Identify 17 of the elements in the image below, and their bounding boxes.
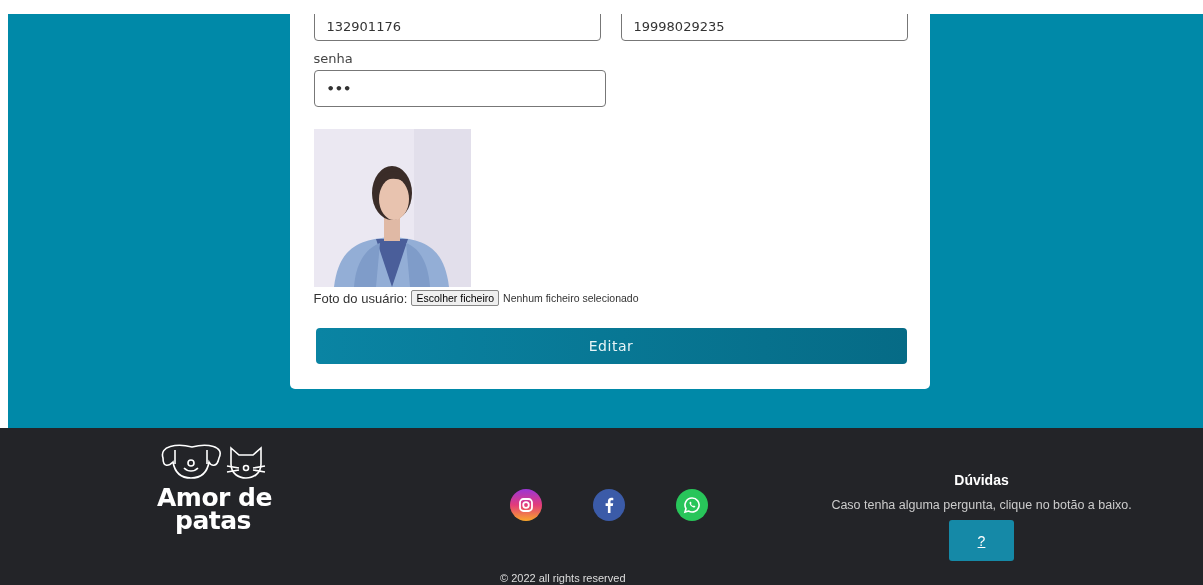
choose-file-button[interactable]: Escolher ficheiro [411, 290, 500, 306]
help-button[interactable]: ? [949, 520, 1014, 561]
file-status: Nenhum ficheiro selecionado [503, 292, 639, 304]
help-title: Dúvidas [954, 472, 1009, 488]
facebook-icon[interactable] [593, 489, 625, 521]
text-field[interactable]: 19998029235 [620, 14, 908, 41]
field-label: Foto do usuário: [313, 290, 408, 306]
logo-text: patas [175, 509, 251, 532]
help-text: Caso tenha alguma pergunta, clique no botão a baixo. [831, 498, 1132, 512]
logo-text: Amor de [157, 486, 272, 509]
text-field[interactable]: 132901176 [313, 14, 601, 41]
whatsapp-icon[interactable] [676, 489, 708, 521]
edit-button[interactable]: Editar [315, 328, 907, 364]
field-label: senha [313, 51, 354, 66]
instagram-icon[interactable] [510, 489, 542, 521]
password-field[interactable]: ••• [313, 70, 606, 107]
copyright-text: © 2022 all rights reserved [500, 572, 626, 584]
